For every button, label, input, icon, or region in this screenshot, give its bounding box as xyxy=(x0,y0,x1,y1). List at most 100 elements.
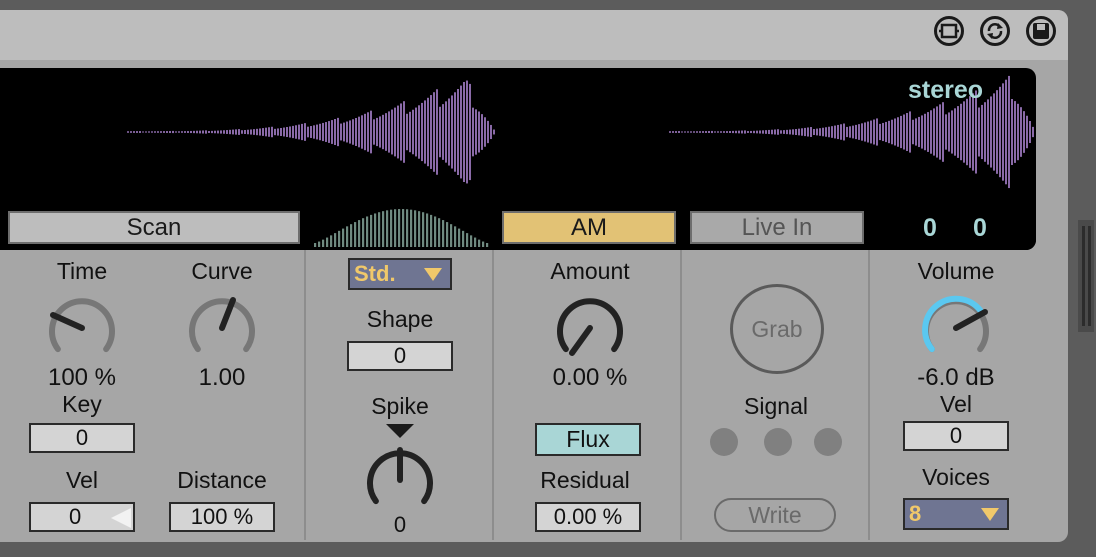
envelope-bar xyxy=(486,243,489,247)
envelope-bar xyxy=(394,209,397,247)
refresh-icon xyxy=(987,23,1003,39)
flux-toggle[interactable]: Flux xyxy=(535,423,641,456)
scroll-groove xyxy=(1088,226,1091,326)
amount-knob[interactable] xyxy=(550,288,630,368)
volume-value[interactable]: -6.0 dB xyxy=(896,364,1016,392)
scan-button[interactable]: Scan xyxy=(8,211,300,244)
spike-value[interactable]: 0 xyxy=(350,512,450,538)
amount-label: Amount xyxy=(550,258,630,284)
envelope-bar xyxy=(370,214,373,247)
curve-value[interactable]: 1.00 xyxy=(172,364,272,392)
amount-value[interactable]: 0.00 % xyxy=(540,364,640,392)
envelope-bar xyxy=(414,210,417,247)
scan-vel-number-box[interactable]: 0 xyxy=(29,502,135,532)
volume-knob[interactable] xyxy=(916,288,996,368)
signal-indicator xyxy=(764,428,792,456)
spike-label: Spike xyxy=(371,393,429,419)
envelope-bar xyxy=(326,237,329,247)
key-label: Key xyxy=(62,391,102,417)
position-left-value[interactable]: 0 xyxy=(923,214,937,243)
envelope-bar xyxy=(474,237,477,247)
signal-label: Signal xyxy=(744,393,808,419)
shape-number-box[interactable]: 0 xyxy=(347,341,453,371)
envelope-bar xyxy=(378,212,381,247)
envelope-bar xyxy=(358,220,361,247)
am-button[interactable]: AM xyxy=(502,211,676,244)
envelope-bar xyxy=(434,216,437,247)
envelope-bar xyxy=(330,235,333,247)
residual-label: Residual xyxy=(540,467,630,493)
envelope-bar xyxy=(346,226,349,247)
triangle-down-icon xyxy=(386,424,414,438)
envelope-bar xyxy=(466,233,469,247)
save-preset-button[interactable] xyxy=(1026,16,1056,46)
voices-value: 8 xyxy=(909,501,922,526)
voices-label: Voices xyxy=(922,464,990,490)
device-titlebar xyxy=(0,10,1068,60)
envelope-bar xyxy=(450,224,453,247)
envelope-mode-dropdown[interactable]: Std. xyxy=(348,258,452,290)
curve-label: Curve xyxy=(191,258,253,284)
curve-knob[interactable] xyxy=(182,288,262,368)
time-value[interactable]: 100 % xyxy=(32,364,132,392)
envelope-bar xyxy=(402,209,405,247)
spike-knob[interactable] xyxy=(360,420,440,520)
envelope-shape-display xyxy=(314,209,489,247)
envelope-bar xyxy=(458,228,461,247)
distance-label: Distance xyxy=(177,467,267,493)
write-button[interactable]: Write xyxy=(714,498,836,532)
scroll-handle[interactable] xyxy=(1078,220,1094,332)
envelope-bar xyxy=(426,213,429,247)
grab-button[interactable]: Grab xyxy=(730,284,824,374)
residual-number-box[interactable]: 0.00 % xyxy=(535,502,641,532)
envelope-bar xyxy=(354,222,357,247)
volume-label: Volume xyxy=(917,258,995,284)
output-vel-number-box[interactable]: 0 xyxy=(903,421,1009,451)
envelope-bar xyxy=(338,230,341,247)
envelope-bar xyxy=(482,241,485,247)
envelope-bar xyxy=(438,218,441,247)
scan-vel-label: Vel xyxy=(66,467,98,493)
voices-dropdown[interactable]: 8 xyxy=(903,498,1009,530)
envelope-bar xyxy=(342,228,345,247)
channel-mode-label: stereo xyxy=(908,76,984,104)
envelope-bar xyxy=(462,230,465,247)
hot-swap-button[interactable] xyxy=(980,16,1010,46)
envelope-bar xyxy=(362,218,365,247)
envelope-bar xyxy=(442,220,445,247)
scroll-groove xyxy=(1082,226,1085,326)
chevron-down-icon xyxy=(424,268,442,281)
chevron-down-icon xyxy=(981,508,999,521)
signal-indicator xyxy=(710,428,738,456)
distance-number-box[interactable]: 100 % xyxy=(169,502,275,532)
triangle-left-icon xyxy=(111,508,131,528)
shape-label: Shape xyxy=(366,306,434,332)
clip-icon xyxy=(939,23,959,39)
output-vel-label: Vel xyxy=(940,391,972,417)
envelope-bar xyxy=(430,214,433,247)
save-icon xyxy=(1033,23,1049,39)
envelope-mode-value: Std. xyxy=(354,261,396,286)
time-label: Time xyxy=(56,258,108,284)
section-divider xyxy=(868,250,870,540)
envelope-bar xyxy=(406,209,409,247)
envelope-bar xyxy=(446,222,449,247)
position-readout-panel xyxy=(866,198,1036,250)
envelope-bar xyxy=(418,211,421,247)
envelope-bar xyxy=(314,243,317,247)
envelope-bar xyxy=(318,241,321,247)
time-knob[interactable] xyxy=(42,288,122,368)
envelope-bar xyxy=(374,213,377,247)
key-number-box[interactable]: 0 xyxy=(29,423,135,453)
clip-view-button[interactable] xyxy=(934,16,964,46)
envelope-bar xyxy=(386,210,389,247)
section-divider xyxy=(492,250,494,540)
section-divider xyxy=(304,250,306,540)
section-divider xyxy=(680,250,682,540)
envelope-bar xyxy=(334,233,337,247)
live-in-button[interactable]: Live In xyxy=(690,211,864,244)
position-right-value[interactable]: 0 xyxy=(973,214,987,243)
envelope-bar xyxy=(470,235,473,247)
envelope-bar xyxy=(382,211,385,247)
envelope-bar xyxy=(422,212,425,247)
